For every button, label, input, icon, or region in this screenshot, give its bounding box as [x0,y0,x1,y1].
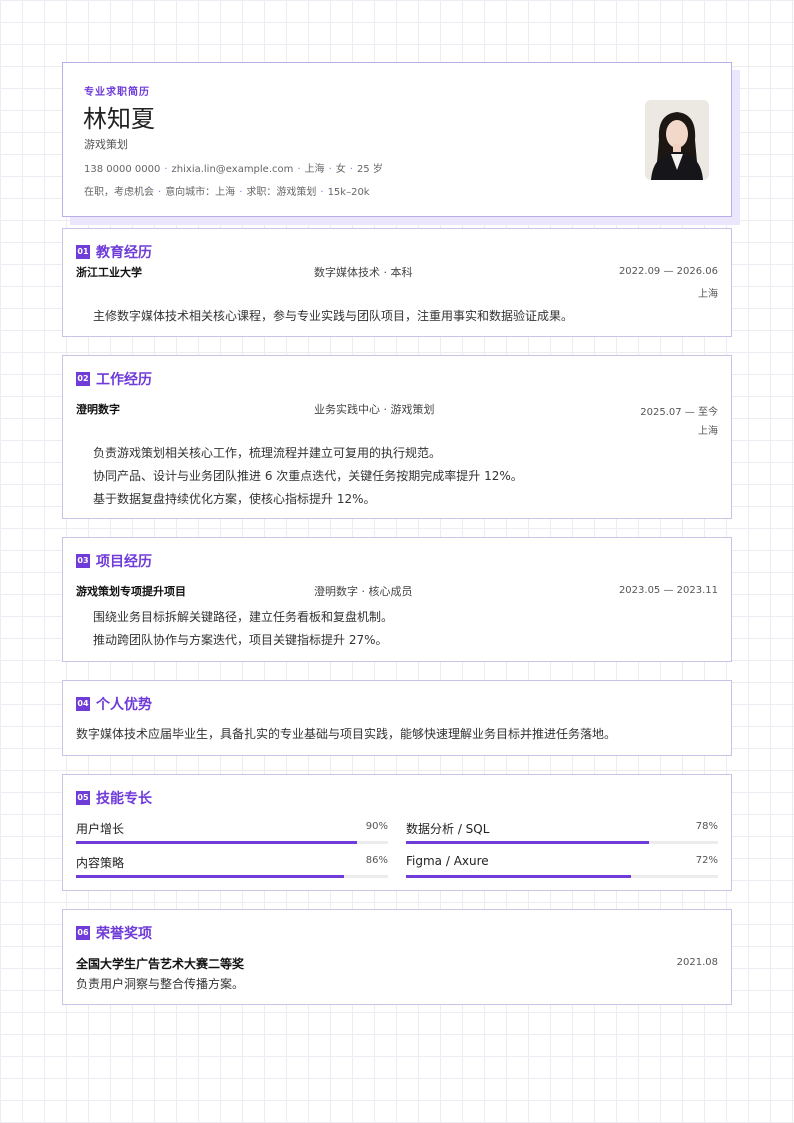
salary: 15k–20k [327,187,370,198]
section-number: 05 [76,791,90,805]
skill-name: 数据分析 / SQL [406,822,490,836]
target-role: 求职：游戏策划 [246,187,317,198]
resume-kicker: 专业求职简历 [84,87,150,98]
edu-period: 2022.09 — 2026.06 [618,266,718,277]
skill-bar [406,841,718,844]
phone: 138 0000 0000 [84,164,161,175]
skill-percent: 90% [365,821,388,832]
skill-bar-fill [406,841,650,844]
section-number: 01 [76,245,90,259]
project-period: 2023.05 — 2023.11 [618,585,718,596]
award-description: 负责用户洞察与整合传播方案。 [76,977,245,991]
strength-text: 数字媒体技术应届毕业生，具备扎实的专业基础与项目实践，能够快速理解业务目标并推进… [76,727,617,741]
honors-section: 06 荣誉奖项 全国大学生广告艺术大赛二等奖 2021.08 负责用户洞察与整合传… [62,909,732,1005]
school-name: 浙江工业大学 [76,266,142,279]
skill-bar [406,875,718,878]
education-heading: 01 教育经历 [76,245,152,261]
award-name: 全国大学生广告艺术大赛二等奖 [76,957,245,971]
project-section: 03 项目经历 游戏策划专项提升项目 澄明数字 · 核心成员 2023.05 — … [62,537,732,662]
work-section: 02 工作经历 澄明数字 业务实践中心 · 游戏策划 2025.07 — 至今 上… [62,355,732,519]
project-org: 澄明数字 · 核心成员 [314,585,413,598]
strength-section: 04 个人优势 数字媒体技术应届毕业生，具备扎实的专业基础与项目实践，能够快速理解… [62,680,732,756]
honors-heading: 06 荣誉奖项 [76,926,152,942]
candidate-role: 游戏策划 [84,138,128,151]
resume-header: 专业求职简历 林知夏 游戏策划 138 0000 0000 · zhixia.lin… [62,62,732,217]
skill-percent: 86% [365,855,388,866]
intent-line: 在职，考虑机会 · 意向城市：上海 · 求职：游戏策划 · 15k–20k [84,183,370,198]
company-name: 澄明数字 [76,403,120,416]
project-name: 游戏策划专项提升项目 [76,585,186,598]
skill-percent: 78% [695,821,718,832]
skill-bar [76,841,388,844]
section-number: 02 [76,372,90,386]
skill-percent: 72% [695,855,718,866]
job-status: 在职，考虑机会 [84,187,154,198]
skill-name: 用户增长 [76,822,125,836]
avatar [645,100,709,180]
work-bullet: 基于数据复盘持续优化方案，使核心指标提升 12%。 [93,492,376,506]
skills-heading: 05 技能专长 [76,791,152,807]
skill-bar [76,875,388,878]
edu-location: 上海 [698,289,718,300]
target-city: 意向城市：上海 [165,187,236,198]
award-date: 2021.08 [676,957,718,968]
section-number: 04 [76,697,90,711]
strength-heading: 04 个人优势 [76,697,152,713]
candidate-name: 林知夏 [83,105,155,133]
work-location: 上海 [698,426,718,437]
work-bullet: 负责游戏策划相关核心工作，梳理流程并建立可复用的执行规范。 [93,446,442,460]
project-bullet: 围绕业务目标拆解关键路径，建立任务看板和复盘机制。 [93,610,394,624]
city: 上海 [304,164,325,175]
section-number: 03 [76,554,90,568]
education-section: 01 教育经历 浙江工业大学 数字媒体技术 · 本科 2022.09 — 2026… [62,228,732,337]
section-number: 06 [76,926,90,940]
skill-name: Figma / Axure [406,854,489,868]
major: 数字媒体技术 · 本科 [314,266,413,279]
project-bullet: 推动跨团队协作与方案迭代，项目关键指标提升 27%。 [93,633,388,647]
age: 25 岁 [356,164,383,175]
work-bullet: 协同产品、设计与业务团队推进 6 次重点迭代，关键任务按期完成率提升 12%。 [93,469,523,483]
skill-bar-fill [406,875,631,878]
contact-line: 138 0000 0000 · zhixia.lin@example.com · 上海 ·… [84,160,383,175]
project-heading: 03 项目经历 [76,554,152,570]
gender: 女 [335,164,346,175]
skill-bar-fill [76,841,357,844]
skill-bar-fill [76,875,345,878]
department: 业务实践中心 · 游戏策划 [314,403,435,416]
email: zhixia.lin@example.com [171,164,294,175]
skills-section: 05 技能专长 用户增长 90% 数据分析 / SQL 78% 内容策略 86% … [62,774,732,891]
edu-description: 主修数字媒体技术相关核心课程，参与专业实践与团队项目，注重用事实和数据验证成果。 [93,309,574,323]
work-period: 2025.07 — 至今 [640,407,718,418]
work-heading: 02 工作经历 [76,372,152,388]
skill-name: 内容策略 [76,856,125,870]
